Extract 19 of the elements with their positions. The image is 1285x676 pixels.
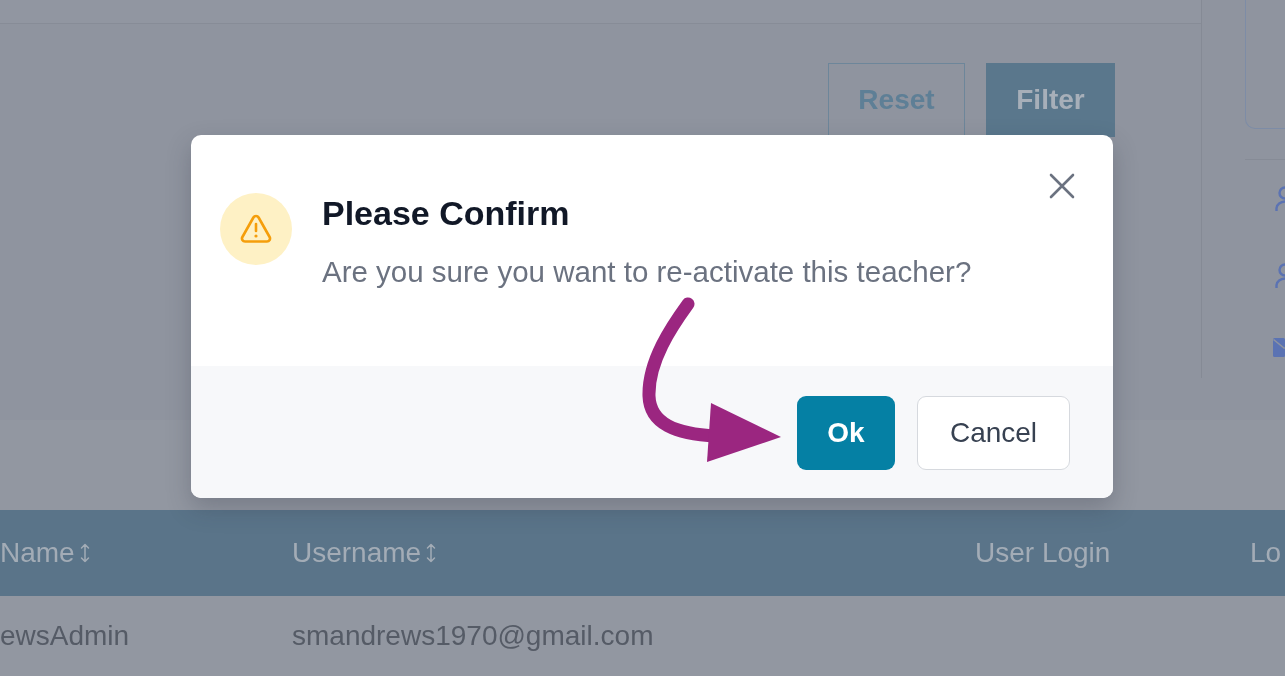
- dialog-message: Are you sure you want to re-activate this teacher?: [322, 254, 972, 290]
- column-header[interactable]: Name: [0, 537, 75, 569]
- envelope-icon[interactable]: [1273, 338, 1285, 357]
- column-header: Lo: [1250, 537, 1282, 569]
- sort-icon[interactable]: [426, 543, 437, 563]
- sort-icon[interactable]: [79, 543, 90, 563]
- dialog-title: Please Confirm: [322, 193, 570, 233]
- person-icon[interactable]: [1275, 186, 1285, 211]
- column-header: User Login: [975, 537, 1111, 569]
- table-cell: smandrews1970@gmail.com: [292, 620, 654, 651]
- warning-icon: [220, 193, 292, 265]
- ok-button[interactable]: Ok: [797, 396, 895, 470]
- close-button[interactable]: [1049, 173, 1075, 199]
- person-icon[interactable]: [1275, 263, 1285, 288]
- close-icon: [1049, 173, 1075, 199]
- cancel-button[interactable]: Cancel: [917, 396, 1070, 470]
- table-cell: ewsAdmin: [0, 620, 130, 651]
- column-header[interactable]: Username: [292, 537, 422, 569]
- filter-button[interactable]: Filter: [986, 63, 1115, 137]
